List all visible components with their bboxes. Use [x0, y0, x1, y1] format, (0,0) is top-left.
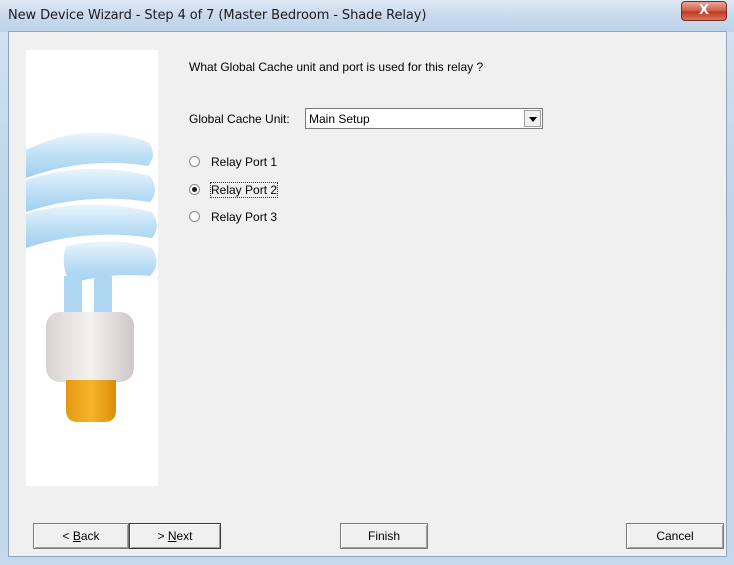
wizard-client-area: What Global Cache unit and port is used … — [8, 31, 727, 557]
side-illustration-panel — [26, 50, 158, 486]
back-rest: ack — [80, 529, 100, 543]
back-button[interactable]: < Back — [33, 523, 129, 549]
radio-button[interactable] — [189, 211, 200, 222]
finish-button[interactable]: Finish — [340, 523, 428, 549]
global-cache-unit-label: Global Cache Unit: — [189, 112, 290, 126]
chevron-down-icon[interactable] — [524, 110, 541, 127]
next-button[interactable]: > Next — [129, 523, 221, 549]
window-title: New Device Wizard - Step 4 of 7 (Master … — [8, 8, 427, 23]
close-icon: X — [698, 3, 710, 18]
global-cache-unit-dropdown[interactable]: Main Setup — [305, 108, 543, 129]
next-prefix: > — [157, 529, 168, 543]
radio-button[interactable] — [189, 156, 200, 167]
radio-label[interactable]: Relay Port 1 — [211, 155, 277, 169]
radio-label[interactable]: Relay Port 3 — [211, 210, 277, 224]
cancel-button[interactable]: Cancel — [626, 523, 724, 549]
back-mnemonic: B — [72, 529, 81, 543]
title-bar[interactable]: New Device Wizard - Step 4 of 7 (Master … — [0, 0, 734, 32]
cfl-bulb-icon — [26, 132, 157, 422]
next-mnemonic: N — [167, 529, 177, 543]
radio-button-selected[interactable] — [189, 184, 200, 195]
dropdown-selected-value: Main Setup — [309, 112, 370, 126]
next-rest: ext — [176, 529, 193, 543]
back-prefix: < — [62, 529, 73, 543]
radio-label[interactable]: Relay Port 2 — [209, 182, 279, 198]
wizard-window: New Device Wizard - Step 4 of 7 (Master … — [0, 0, 734, 565]
question-text: What Global Cache unit and port is used … — [189, 60, 484, 74]
close-button[interactable]: X — [681, 1, 727, 21]
